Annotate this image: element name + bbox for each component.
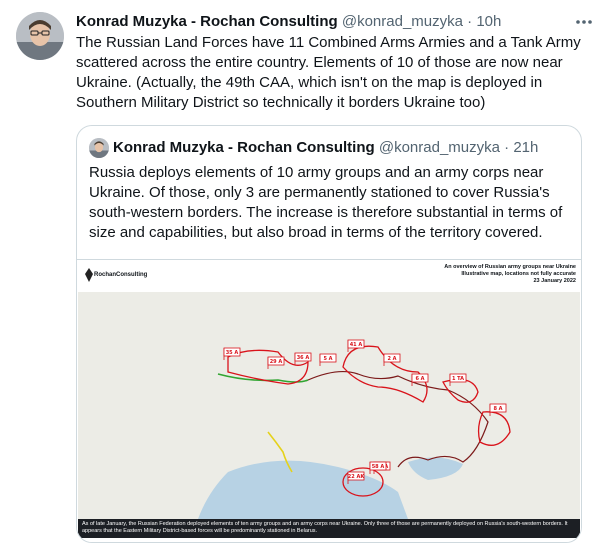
quoted-tweet-timestamp: 21h <box>513 139 539 156</box>
author-avatar[interactable] <box>16 12 64 60</box>
tweet-text: The Russian Land Forces have 11 Combined… <box>76 34 581 111</box>
quoted-separator-dot: · <box>504 139 510 156</box>
map-graphic: RochanConsulting An overview of Russian … <box>78 262 580 538</box>
tweet: Konrad Muzyka - Rochan Consulting @konra… <box>0 0 614 559</box>
map-header: RochanConsulting An overview of Russian … <box>78 262 580 293</box>
map-title: An overview of Russian army groups near … <box>444 264 576 285</box>
map-caption: As of late January, the Russian Federati… <box>78 519 580 538</box>
unit-marker-label: 22 AK <box>348 474 366 480</box>
quoted-tweet-text: Russia deploys elements of 10 army group… <box>89 164 563 241</box>
logo-text: RochanConsulting <box>94 272 148 278</box>
quoted-author-handle: @konrad_muzyka <box>378 139 500 156</box>
unit-marker-label: 5 A <box>323 356 332 362</box>
separator-dot: · <box>467 13 473 30</box>
map-title-line2: Illustrative map, locations not fully ac… <box>461 271 576 277</box>
author-name[interactable]: Konrad Muzyka - Rochan Consulting <box>76 13 338 30</box>
unit-marker-label: 58 A <box>372 464 385 470</box>
unit-marker-label: 6 A <box>415 376 424 382</box>
rochan-logo-icon <box>85 268 93 282</box>
tweet-header: Konrad Muzyka - Rochan Consulting @konra… <box>76 12 598 32</box>
quoted-author-name: Konrad Muzyka - Rochan Consulting <box>113 139 375 156</box>
more-horizontal-icon <box>576 20 592 24</box>
unit-marker-label: 41 A <box>350 342 363 348</box>
quoted-author-avatar <box>89 138 109 158</box>
more-options-button[interactable] <box>572 10 596 34</box>
rochan-logo: RochanConsulting <box>84 268 147 282</box>
map-title-line1: An overview of Russian army groups near … <box>444 264 576 270</box>
unit-marker-label: 29 A <box>270 359 283 365</box>
tweet-timestamp[interactable]: 10h <box>476 13 501 30</box>
unit-marker-label: 35 A <box>226 350 239 356</box>
unit-marker-label: 36 A <box>297 355 310 361</box>
unit-marker-label: 8 A <box>493 406 502 412</box>
unit-marker-label: 2 A <box>387 356 396 362</box>
quoted-tweet[interactable]: Konrad Muzyka - Rochan Consulting @konra… <box>76 125 582 543</box>
map-canvas: 35 A29 A36 A5 A41 A2 A6 A1 TA20 A8 A22 A… <box>78 292 580 519</box>
map-title-line3: 23 January 2022 <box>533 278 576 284</box>
unit-marker-label: 1 TA <box>452 376 464 382</box>
author-handle[interactable]: @konrad_muzyka <box>342 13 463 30</box>
map-image[interactable]: RochanConsulting An overview of Russian … <box>77 259 581 542</box>
quoted-tweet-header: Konrad Muzyka - Rochan Consulting @konra… <box>89 138 538 158</box>
